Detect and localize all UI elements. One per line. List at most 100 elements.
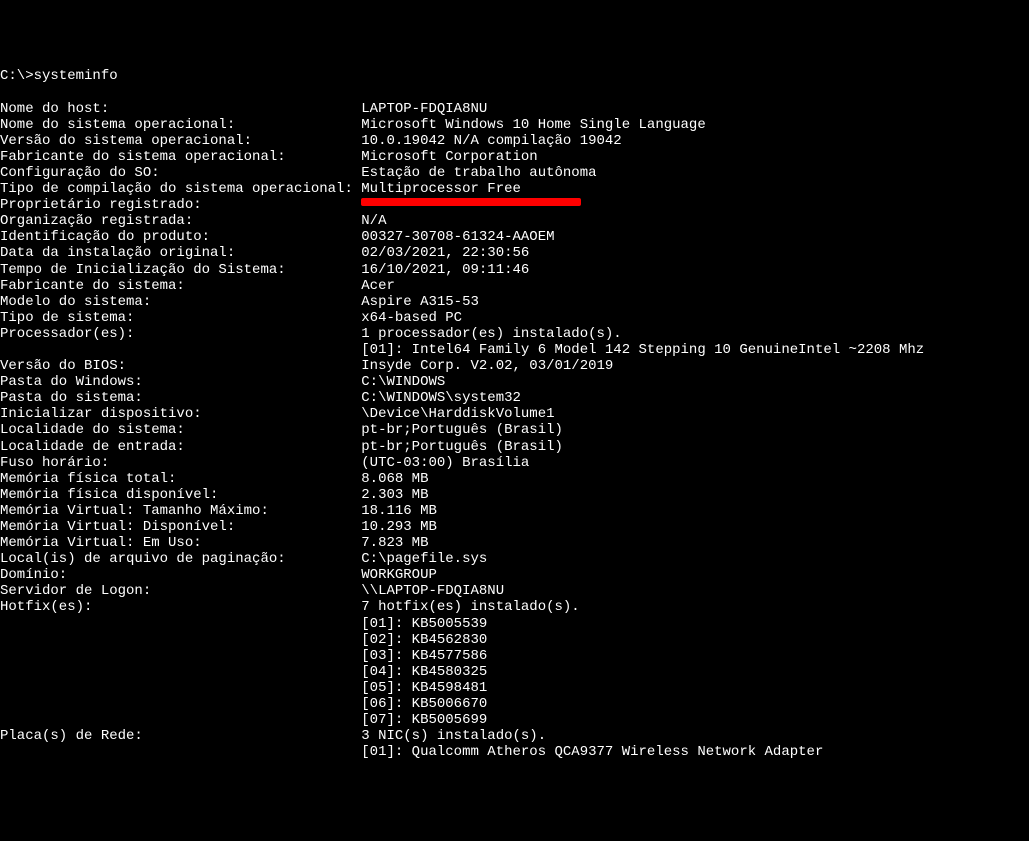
systeminfo-label (0, 744, 361, 760)
systeminfo-row: [06]: KB5006670 (0, 696, 1029, 712)
redacted-value (361, 198, 581, 206)
systeminfo-label (0, 616, 361, 632)
systeminfo-label: Fuso horário: (0, 455, 361, 471)
systeminfo-value: LAPTOP-FDQIA8NU (361, 101, 487, 117)
systeminfo-value: [04]: KB4580325 (361, 664, 487, 680)
systeminfo-value: Insyde Corp. V2.02, 03/01/2019 (361, 358, 613, 374)
systeminfo-label: Pasta do Windows: (0, 374, 361, 390)
systeminfo-row: [01]: Intel64 Family 6 Model 142 Steppin… (0, 342, 1029, 358)
systeminfo-row: Inicializar dispositivo: \Device\Harddis… (0, 406, 1029, 422)
systeminfo-row: Versão do BIOS: Insyde Corp. V2.02, 03/0… (0, 358, 1029, 374)
systeminfo-row: [07]: KB5005699 (0, 712, 1029, 728)
systeminfo-label (0, 648, 361, 664)
systeminfo-value: \Device\HarddiskVolume1 (361, 406, 554, 422)
systeminfo-value: 10.0.19042 N/A compilação 19042 (361, 133, 621, 149)
systeminfo-label: Data da instalação original: (0, 245, 361, 261)
systeminfo-row: Versão do sistema operacional: 10.0.1904… (0, 133, 1029, 149)
systeminfo-row: Fabricante do sistema: Acer (0, 278, 1029, 294)
systeminfo-value: 16/10/2021, 09:11:46 (361, 262, 529, 278)
terminal-output: C:\>systeminfo Nome do host: LAPTOP-FDQI… (0, 68, 1029, 760)
systeminfo-label: Inicializar dispositivo: (0, 406, 361, 422)
systeminfo-value: [05]: KB4598481 (361, 680, 487, 696)
systeminfo-label: Processador(es): (0, 326, 361, 342)
systeminfo-row: Tipo de compilação do sistema operaciona… (0, 181, 1029, 197)
systeminfo-value: pt-br;Português (Brasil) (361, 439, 563, 455)
systeminfo-value: 18.116 MB (361, 503, 437, 519)
systeminfo-label: Memória física total: (0, 471, 361, 487)
systeminfo-row: Hotfix(es): 7 hotfix(es) instalado(s). (0, 599, 1029, 615)
systeminfo-value: [02]: KB4562830 (361, 632, 487, 648)
systeminfo-label: Nome do host: (0, 101, 361, 117)
systeminfo-value: x64-based PC (361, 310, 462, 326)
systeminfo-value: N/A (361, 213, 386, 229)
systeminfo-row: Tipo de sistema: x64-based PC (0, 310, 1029, 326)
systeminfo-row: Memória física disponível: 2.303 MB (0, 487, 1029, 503)
systeminfo-value: pt-br;Português (Brasil) (361, 422, 563, 438)
systeminfo-label (0, 680, 361, 696)
systeminfo-label: Fabricante do sistema: (0, 278, 361, 294)
systeminfo-label: Tipo de compilação do sistema operaciona… (0, 181, 361, 197)
systeminfo-value: 8.068 MB (361, 471, 428, 487)
systeminfo-row: Placa(s) de Rede: 3 NIC(s) instalado(s). (0, 728, 1029, 744)
systeminfo-row: Nome do sistema operacional: Microsoft W… (0, 117, 1029, 133)
systeminfo-value: Microsoft Windows 10 Home Single Languag… (361, 117, 705, 133)
systeminfo-value: [07]: KB5005699 (361, 712, 487, 728)
systeminfo-label: Servidor de Logon: (0, 583, 361, 599)
systeminfo-row: Memória Virtual: Disponível: 10.293 MB (0, 519, 1029, 535)
systeminfo-row: Identificação do produto: 00327-30708-61… (0, 229, 1029, 245)
systeminfo-label: Tipo de sistema: (0, 310, 361, 326)
systeminfo-row: Localidade do sistema: pt-br;Português (… (0, 422, 1029, 438)
systeminfo-row: Tempo de Inicialização do Sistema: 16/10… (0, 262, 1029, 278)
systeminfo-row: Processador(es): 1 processador(es) insta… (0, 326, 1029, 342)
systeminfo-value: 7.823 MB (361, 535, 428, 551)
systeminfo-row: Pasta do Windows: C:\WINDOWS (0, 374, 1029, 390)
systeminfo-label: Tempo de Inicialização do Sistema: (0, 262, 361, 278)
systeminfo-label: Local(is) de arquivo de paginação: (0, 551, 361, 567)
systeminfo-value: Multiprocessor Free (361, 181, 521, 197)
systeminfo-label (0, 696, 361, 712)
systeminfo-row: Fuso horário: (UTC-03:00) Brasília (0, 455, 1029, 471)
command-prompt-line: C:\>systeminfo (0, 68, 1029, 84)
systeminfo-row: Memória Virtual: Tamanho Máximo: 18.116 … (0, 503, 1029, 519)
systeminfo-label: Nome do sistema operacional: (0, 117, 361, 133)
systeminfo-value: \\LAPTOP-FDQIA8NU (361, 583, 504, 599)
systeminfo-label (0, 664, 361, 680)
systeminfo-value: (UTC-03:00) Brasília (361, 455, 529, 471)
systeminfo-value: [01]: KB5005539 (361, 616, 487, 632)
systeminfo-row: Memória física total: 8.068 MB (0, 471, 1029, 487)
systeminfo-value: 00327-30708-61324-AAOEM (361, 229, 554, 245)
systeminfo-row: [03]: KB4577586 (0, 648, 1029, 664)
systeminfo-row: [01]: Qualcomm Atheros QCA9377 Wireless … (0, 744, 1029, 760)
systeminfo-label: Configuração do SO: (0, 165, 361, 181)
systeminfo-value: 7 hotfix(es) instalado(s). (361, 599, 579, 615)
systeminfo-value: 10.293 MB (361, 519, 437, 535)
systeminfo-value: [01]: Intel64 Family 6 Model 142 Steppin… (361, 342, 924, 358)
systeminfo-row: Modelo do sistema: Aspire A315-53 (0, 294, 1029, 310)
systeminfo-row: Pasta do sistema: C:\WINDOWS\system32 (0, 390, 1029, 406)
systeminfo-label: Placa(s) de Rede: (0, 728, 361, 744)
systeminfo-label: Proprietário registrado: (0, 197, 361, 213)
systeminfo-label: Localidade de entrada: (0, 439, 361, 455)
systeminfo-row: Domínio: WORKGROUP (0, 567, 1029, 583)
systeminfo-label (0, 342, 361, 358)
systeminfo-row: Data da instalação original: 02/03/2021,… (0, 245, 1029, 261)
systeminfo-label: Hotfix(es): (0, 599, 361, 615)
systeminfo-label: Identificação do produto: (0, 229, 361, 245)
systeminfo-row: [04]: KB4580325 (0, 664, 1029, 680)
systeminfo-label (0, 632, 361, 648)
systeminfo-value: 3 NIC(s) instalado(s). (361, 728, 546, 744)
systeminfo-row: Proprietário registrado: (0, 197, 1029, 213)
systeminfo-row: Memória Virtual: Em Uso: 7.823 MB (0, 535, 1029, 551)
systeminfo-value: 2.303 MB (361, 487, 428, 503)
systeminfo-row: Servidor de Logon: \\LAPTOP-FDQIA8NU (0, 583, 1029, 599)
systeminfo-value: Microsoft Corporation (361, 149, 537, 165)
systeminfo-label (0, 712, 361, 728)
systeminfo-label: Organização registrada: (0, 213, 361, 229)
systeminfo-label: Memória Virtual: Tamanho Máximo: (0, 503, 361, 519)
systeminfo-row: [01]: KB5005539 (0, 616, 1029, 632)
systeminfo-row: Localidade de entrada: pt-br;Português (… (0, 439, 1029, 455)
systeminfo-label: Modelo do sistema: (0, 294, 361, 310)
systeminfo-label: Versão do sistema operacional: (0, 133, 361, 149)
systeminfo-label: Localidade do sistema: (0, 422, 361, 438)
systeminfo-row: Configuração do SO: Estação de trabalho … (0, 165, 1029, 181)
